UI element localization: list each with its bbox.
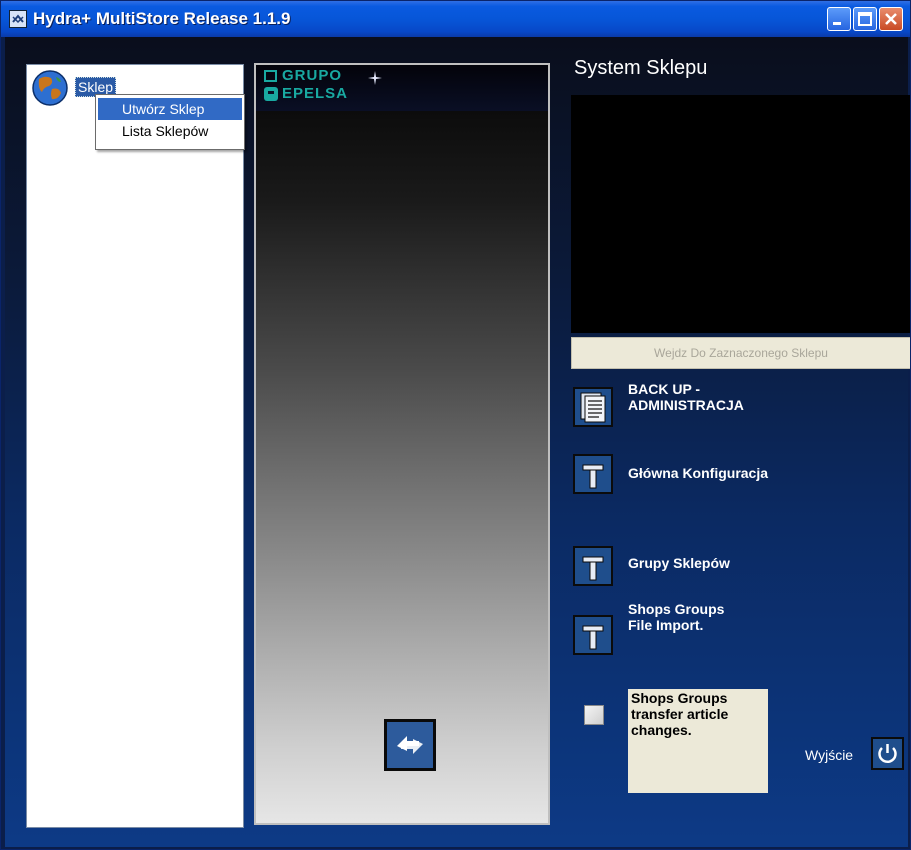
minimize-icon (833, 22, 841, 25)
file-import-label: Shops Groups File Import. (628, 601, 725, 633)
config-tool-icon (582, 625, 604, 650)
maximize-button[interactable] (853, 7, 877, 31)
logo-line1: GRUPO (282, 67, 343, 84)
config-tool-icon (582, 556, 604, 581)
refresh-arrows-icon (397, 736, 423, 754)
config-tool-icon (582, 464, 604, 489)
logo-panel: GRUPO EPELSA (254, 63, 550, 825)
close-icon (885, 13, 897, 25)
store-tree[interactable]: Sklep (26, 64, 244, 828)
exit-label: Wyjście (805, 747, 854, 763)
main-config-button[interactable] (573, 454, 613, 494)
shop-groups-button[interactable] (573, 546, 613, 586)
app-window: Hydra+ MultiStore Release 1.1.9 Sklep GR… (0, 0, 911, 850)
exit-button[interactable] (871, 737, 904, 770)
sparkle-icon (368, 71, 382, 85)
window-title: Hydra+ MultiStore Release 1.1.9 (33, 9, 291, 28)
store-preview (571, 95, 910, 333)
enter-selected-store-button[interactable]: Wejdz Do Zaznaczonego Sklepu (571, 337, 910, 369)
backup-document-icon (580, 392, 606, 423)
logo-mark-icon (264, 70, 278, 101)
power-icon (878, 744, 897, 763)
backup-label: BACK UP - ADMINISTRACJA (628, 381, 744, 413)
transfer-changes-label: Shops Groups transfer article changes. (628, 689, 768, 793)
menu-item-store-list[interactable]: Lista Sklepów (98, 120, 242, 142)
main-config-label: Główna Konfiguracja (628, 465, 769, 481)
close-button[interactable] (879, 7, 903, 31)
globe-icon (32, 70, 68, 106)
minimize-button[interactable] (827, 7, 851, 31)
sync-button[interactable] (384, 719, 436, 771)
system-title: System Sklepu (574, 57, 708, 79)
maximize-icon (858, 12, 872, 26)
shop-groups-label: Grupy Sklepów (628, 555, 730, 571)
client-area: Sklep GRUPO EPELSA System Sklepu Wejdz D… (5, 37, 910, 847)
app-icon (9, 10, 27, 28)
context-menu: Utwórz Sklep Lista Sklepów (95, 94, 245, 150)
transfer-changes-checkbox[interactable] (584, 705, 604, 725)
backup-button[interactable] (573, 387, 613, 427)
file-import-button[interactable] (573, 615, 613, 655)
title-bar[interactable]: Hydra+ MultiStore Release 1.1.9 (1, 1, 910, 37)
menu-item-create-store[interactable]: Utwórz Sklep (98, 98, 242, 120)
grupo-epelsa-logo: GRUPO EPELSA (256, 65, 548, 111)
logo-line2: EPELSA (282, 85, 349, 102)
